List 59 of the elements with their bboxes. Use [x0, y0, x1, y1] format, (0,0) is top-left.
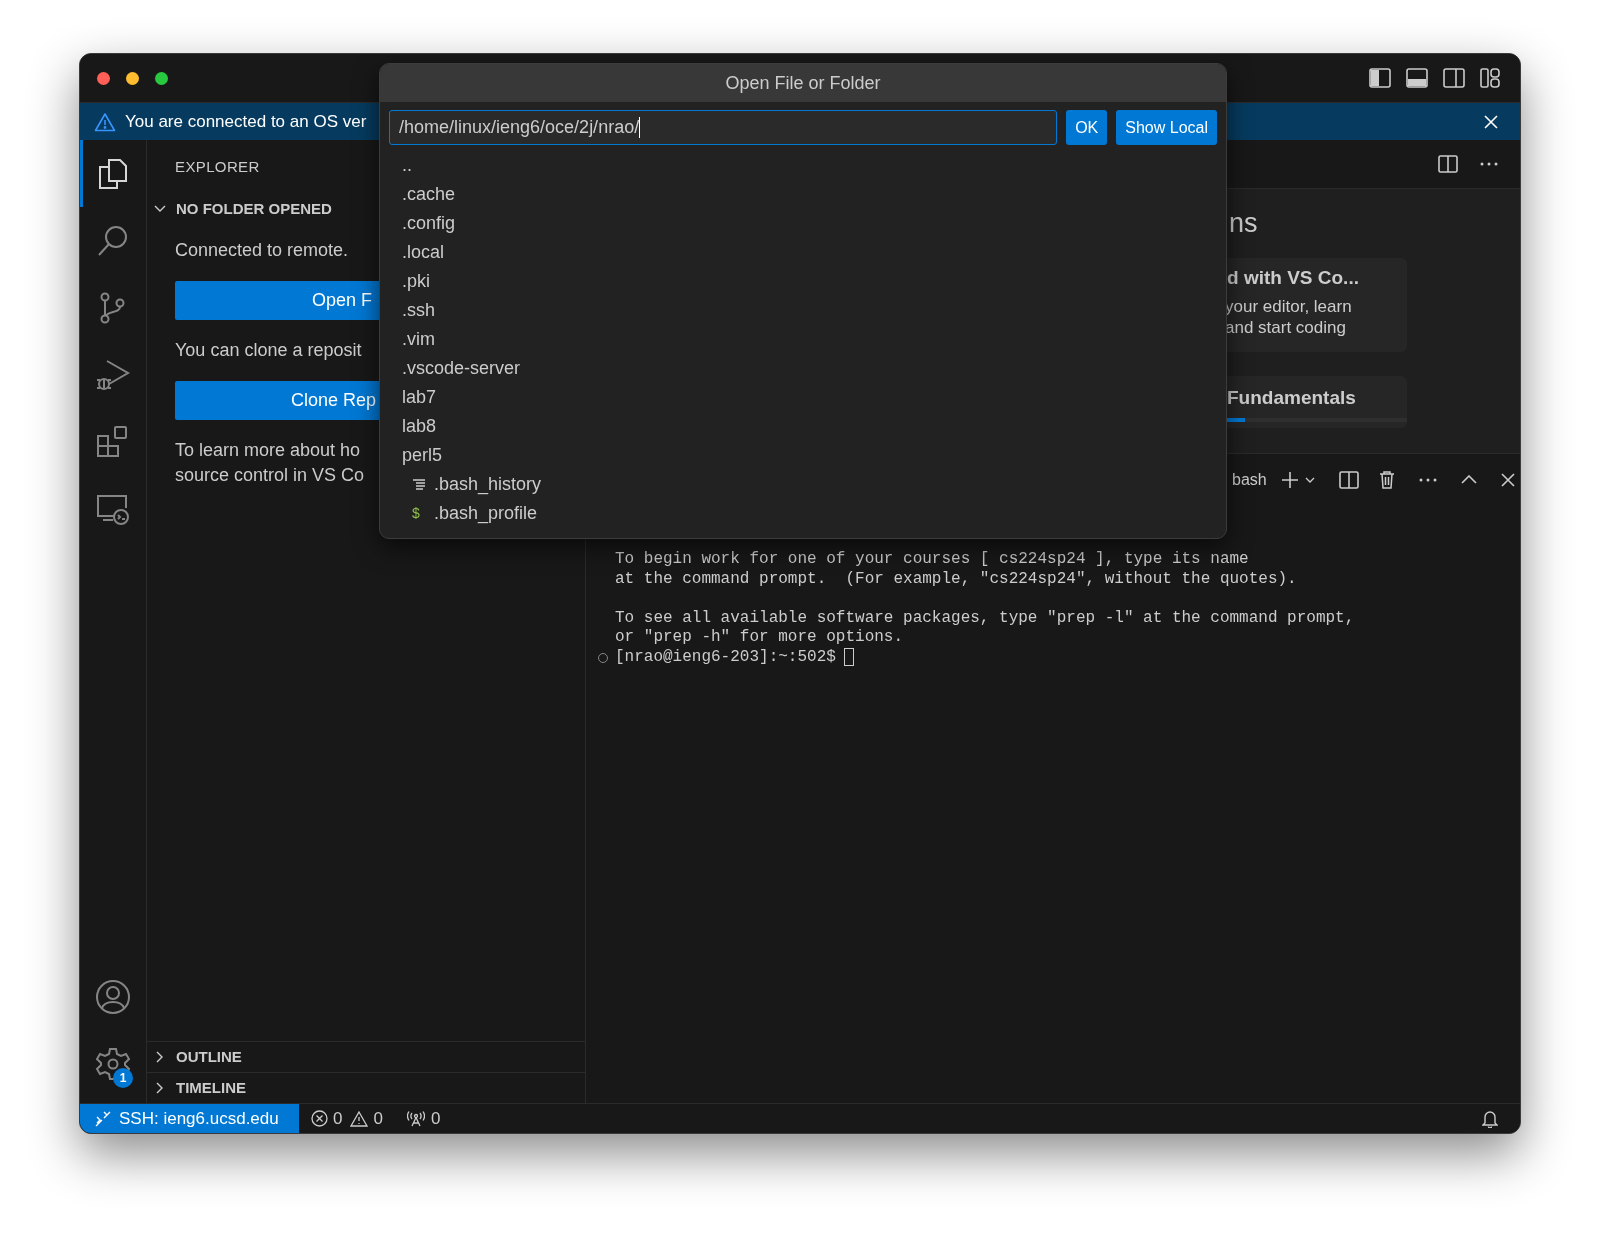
file-list-item[interactable]: perl5 — [402, 441, 1226, 470]
antenna-icon — [406, 1110, 425, 1127]
search-icon — [96, 223, 130, 258]
card-title: d with VS Co... — [1227, 266, 1360, 290]
sidebar-title: EXPLORER — [175, 157, 260, 177]
secondary-sidebar-icon[interactable] — [1443, 68, 1465, 88]
close-window-button[interactable] — [97, 71, 110, 85]
dollar-icon: $ — [412, 503, 426, 524]
notifications-icon[interactable] — [1482, 1109, 1498, 1128]
notification-badge: 1 — [113, 1068, 133, 1088]
layout-icon[interactable] — [1480, 68, 1500, 88]
terminal-cursor — [843, 648, 854, 667]
maximize-panel-icon[interactable] — [1460, 475, 1477, 484]
dialog-button[interactable]: Show Local — [1116, 110, 1217, 145]
close-icon[interactable] — [1500, 472, 1515, 487]
welcome-heading: ns — [1229, 207, 1258, 240]
add-terminal-icon[interactable] — [1280, 470, 1299, 489]
ports-status[interactable]: 0 — [406, 1105, 441, 1132]
chevron-down-icon[interactable] — [1304, 476, 1315, 483]
dialog-title: Open File or Folder — [725, 71, 881, 95]
file-list-item[interactable]: .cache — [402, 180, 1226, 209]
sidebar-toggle-icon[interactable] — [1369, 68, 1391, 88]
text-cursor — [639, 117, 641, 138]
file-list-item[interactable]: $ .bash_profile — [402, 499, 1226, 528]
trash-icon[interactable] — [1378, 470, 1395, 489]
sidebar-text: To learn more about ho source control in VS Co — [175, 439, 365, 487]
terminal-tab[interactable]: bash — [1232, 467, 1267, 492]
sidebar-text: You can clone a reposit — [175, 339, 362, 362]
split-editor-icon[interactable] — [1438, 155, 1458, 173]
terminal-prompt: [nrao@ieng6-203]:~:502$ — [615, 647, 836, 667]
settings-icon[interactable] — [95, 1045, 131, 1082]
sidebar-text: Connected to remote. — [175, 239, 349, 262]
problems-status[interactable]: 0 0 — [311, 1105, 383, 1132]
terminal-output: To see all available software packages, type "prep -l" at the command prompt, or "prep -h" for more options. — [615, 608, 1356, 648]
banner-text: You are connected to an OS ver — [125, 110, 367, 133]
terminal-output: To begin work for one of your courses [ cs224sp24 ], type its name at the command prompt. (For example, "cs224sp24", without the quotes). — [615, 550, 1298, 589]
minimize-window-button[interactable] — [126, 71, 139, 85]
more-actions-icon[interactable] — [1418, 477, 1437, 482]
remote-status[interactable]: SSH: ieng6.ucsd.edu — [80, 1104, 299, 1133]
warning-icon — [94, 111, 116, 132]
file-list-item[interactable]: .. — [402, 151, 1226, 180]
panel-toggle-icon[interactable] — [1406, 68, 1428, 88]
warning-icon — [350, 1110, 369, 1127]
text-file-icon — [412, 478, 426, 491]
warning-count: 0 — [373, 1107, 383, 1130]
remote-icon — [95, 1110, 111, 1127]
split-terminal-icon[interactable] — [1338, 470, 1359, 489]
zoom-window-button[interactable] — [155, 71, 168, 85]
card-title: Fundamentals — [1227, 385, 1357, 410]
more-actions-icon[interactable] — [1480, 162, 1498, 166]
file-list-item[interactable]: .config — [402, 209, 1226, 238]
error-count: 0 — [333, 1107, 343, 1130]
path-input-field[interactable]: /home/linux/ieng6/oce/2j/nrao/ — [389, 110, 1058, 145]
section-header[interactable]: OUTLINE — [147, 1041, 585, 1072]
file-list-item[interactable]: .bash_history — [402, 470, 1226, 499]
account-icon[interactable] — [95, 978, 131, 1015]
error-icon — [311, 1110, 328, 1127]
files-icon — [96, 156, 130, 191]
dialog-button[interactable]: OK — [1066, 110, 1108, 145]
